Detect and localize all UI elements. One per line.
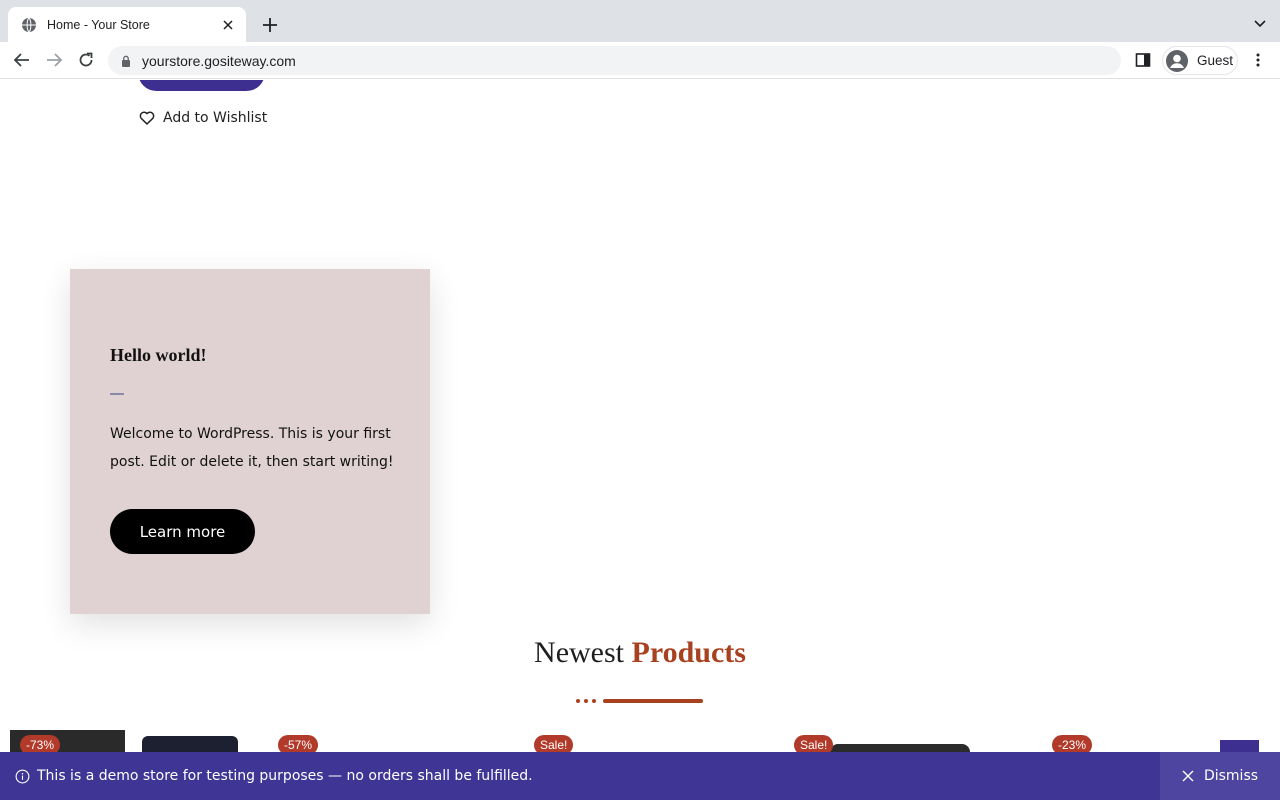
heading-word-newest: Newest (534, 636, 625, 669)
profile-icon (1166, 49, 1188, 72)
notice-message: This is a demo store for testing purpose… (37, 768, 533, 784)
blog-post-card: Hello world! Welcome to WordPress. This … (70, 269, 430, 614)
kebab-menu-icon (1256, 53, 1260, 67)
add-to-wishlist-link[interactable]: Add to Wishlist (139, 110, 267, 126)
info-icon (15, 769, 30, 783)
heading-divider (576, 698, 706, 704)
tab-close-button[interactable] (220, 17, 236, 33)
lock-icon (122, 55, 130, 67)
demo-store-notice: This is a demo store for testing purpose… (0, 752, 1280, 800)
back-icon (13, 53, 29, 67)
divider-dot (584, 699, 588, 703)
reload-button[interactable] (76, 50, 96, 70)
divider-bar (603, 699, 703, 703)
page-viewport: Add to Wishlist Hello world! Welcome to … (0, 80, 1280, 800)
post-divider (110, 393, 124, 395)
address-bar[interactable]: yourstore.gositeway.com (108, 46, 1121, 75)
divider-dot (576, 699, 580, 703)
forward-button[interactable] (44, 50, 64, 70)
globe-icon (22, 17, 36, 32)
dismiss-label: Dismiss (1203, 768, 1259, 784)
section-heading: Newest Products (0, 636, 1280, 670)
learn-more-button[interactable]: Learn more (110, 509, 255, 554)
browser-toolbar: yourstore.gositeway.com Guest (0, 42, 1280, 79)
divider-dot (592, 699, 596, 703)
forward-icon (47, 53, 63, 67)
side-panel-button[interactable] (1135, 52, 1151, 68)
chevron-down-icon (1254, 20, 1266, 28)
post-excerpt: Welcome to WordPress. This is your first… (110, 426, 394, 470)
browser-menu-button[interactable] (1250, 52, 1266, 68)
post-title[interactable]: Hello world! (110, 345, 207, 366)
reload-icon (79, 52, 93, 67)
wishlist-label: Add to Wishlist (163, 110, 268, 126)
profile-name: Guest (1197, 53, 1234, 68)
url-text: yourstore.gositeway.com (142, 52, 296, 69)
new-tab-button[interactable] (259, 14, 281, 36)
close-icon (223, 19, 233, 30)
heart-icon (139, 111, 155, 125)
browser-tab-active[interactable]: Home - Your Store (8, 7, 246, 42)
heading-word-products: Products (631, 636, 746, 669)
add-to-cart-button-partial[interactable] (138, 80, 265, 91)
x-icon (1182, 770, 1194, 782)
tab-title: Home - Your Store (47, 17, 150, 32)
profile-button[interactable]: Guest (1162, 46, 1238, 75)
tab-search-button[interactable] (1252, 15, 1268, 31)
tab-strip: Home - Your Store (0, 0, 1280, 42)
back-button[interactable] (12, 50, 32, 70)
side-panel-icon (1135, 53, 1151, 67)
dismiss-button[interactable]: Dismiss (1160, 752, 1280, 800)
plus-icon (263, 18, 277, 32)
